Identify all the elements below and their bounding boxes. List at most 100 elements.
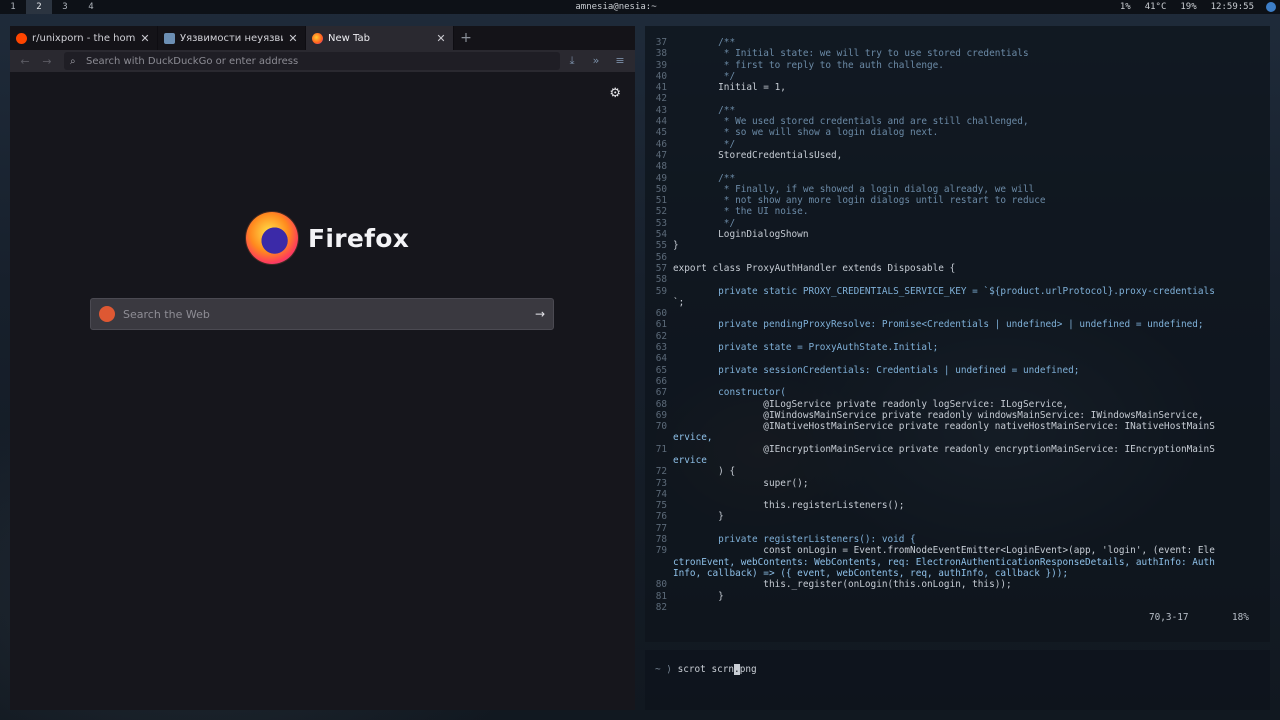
line-number (645, 432, 673, 443)
search-icon: ⌕ (70, 55, 76, 67)
code-line: 55} (645, 240, 1270, 251)
tab-vulnerabilities[interactable]: Уязвимости неуязвимог ✕ (158, 26, 306, 50)
line-number: 43 (655, 104, 667, 116)
line-number: 42 (655, 93, 667, 105)
command-text-rest: png (739, 664, 757, 675)
terminal-pane[interactable]: ~ ⟩ scrot scrn.png (645, 650, 1270, 710)
page-icon (164, 32, 175, 44)
code-text: @ILogService private readonly logService… (673, 398, 1069, 410)
code-line: 72 ) { (645, 466, 1270, 477)
code-line: 54 LoginDialogShown (645, 229, 1270, 240)
line-number: 75 (655, 500, 667, 512)
code-text: StoredCredentialsUsed, (673, 149, 843, 161)
line-number: 51 (655, 195, 667, 207)
close-icon[interactable]: ✕ (287, 32, 299, 45)
code-line: 77 (645, 523, 1270, 534)
code-text: * first to reply to the auth challenge. (673, 59, 944, 71)
code-line: 39 * first to reply to the auth challeng… (645, 60, 1270, 71)
code-line: 40 */ (645, 71, 1270, 82)
code-text: this.registerListeners(); (673, 500, 905, 512)
code-line: Info, callback) => ({ event, webContents… (645, 568, 1270, 579)
code-line: 50 * Finally, if we showed a login dialo… (645, 184, 1270, 195)
line-number: 62 (655, 330, 667, 342)
scroll-percent: 18% (1232, 612, 1249, 623)
code-line: 41 Initial = 1, (645, 82, 1270, 93)
code-line: `; (645, 297, 1270, 308)
line-number: 52 (655, 206, 667, 218)
line-number: 73 (655, 477, 667, 489)
line-number: 37 (655, 37, 667, 48)
firefox-window: r/unixporn - the home for ✕ Уязвимости н… (10, 26, 635, 710)
arrow-right-icon[interactable]: → (535, 307, 545, 321)
menu-icon[interactable]: ≡ (609, 54, 631, 68)
code-text: @INativeHostMainService private readonly… (673, 421, 1215, 433)
line-number: 79 (655, 545, 667, 557)
line-number: 55 (655, 240, 667, 252)
code-line: ctronEvent, webContents: WebContents, re… (645, 557, 1270, 568)
toolbar-right: ⤓ » ≡ (561, 54, 631, 68)
code-line: 45 * so we will show a login dialog next… (645, 127, 1270, 138)
code-text: * so we will show a login dialog next. (673, 127, 939, 139)
line-number: 54 (655, 229, 667, 241)
code-line: 67 constructor( (645, 387, 1270, 398)
new-tab-page: ⚙ Firefox Search the Web → (10, 72, 635, 710)
code-line: 46 */ (645, 139, 1270, 150)
overflow-chevron-icon[interactable]: » (585, 54, 607, 68)
download-icon[interactable]: ⤓ (561, 54, 583, 68)
line-number (645, 297, 673, 308)
code-text: Info, callback) => ({ event, webContents… (673, 567, 1069, 579)
line-number: 48 (655, 161, 667, 173)
code-line: 59 private static PROXY_CREDENTIALS_SERV… (645, 286, 1270, 297)
line-number: 67 (655, 387, 667, 399)
line-number: 44 (655, 116, 667, 128)
tab-title: New Tab (328, 32, 370, 44)
code-text: super(); (673, 477, 809, 489)
line-number: 74 (655, 488, 667, 500)
memory-usage: 19% (1180, 2, 1197, 12)
code-line: 78 private registerListeners(): void { (645, 534, 1270, 545)
code-line: 66 (645, 376, 1270, 387)
line-number: 59 (655, 285, 667, 297)
tab-unixporn[interactable]: r/unixporn - the home for ✕ (10, 26, 158, 50)
forward-arrow-icon[interactable]: → (36, 55, 58, 68)
line-number: 45 (655, 127, 667, 139)
line-number: 71 (655, 443, 667, 455)
address-bar[interactable]: ⌕ Search with DuckDuckGo or enter addres… (64, 52, 560, 70)
code-text: @IWindowsMainService private readonly wi… (673, 409, 1204, 421)
close-icon[interactable]: ✕ (139, 32, 151, 45)
code-text: */ (673, 138, 736, 150)
tray-icon[interactable] (1266, 2, 1276, 12)
code-line: 56 (645, 252, 1270, 263)
shell-prompt: ~ ⟩ (655, 664, 672, 675)
code-text: /** (673, 37, 736, 48)
code-text: private pendingProxyResolve: Promise<Cre… (673, 319, 1204, 331)
code-text: @IEncryptionMainService private readonly… (673, 443, 1215, 455)
web-search-input[interactable]: Search the Web → (90, 298, 554, 330)
code-line: 42 (645, 93, 1270, 104)
new-tab-button[interactable]: + (454, 26, 478, 50)
code-line: 48 (645, 161, 1270, 172)
code-line: 49 /** (645, 173, 1270, 184)
cursor-position: 70,3-17 (1149, 612, 1189, 623)
code-line: 63 private state = ProxyAuthState.Initia… (645, 342, 1270, 353)
line-number (645, 455, 673, 466)
code-text: ervice, (673, 432, 713, 444)
code-line: 62 (645, 331, 1270, 342)
back-arrow-icon[interactable]: ← (14, 55, 36, 68)
line-number: 39 (655, 59, 667, 71)
vim-editor[interactable]: 37 /** 38 * Initial state: we will try to… (645, 26, 1270, 642)
line-number (645, 557, 673, 568)
code-line: 51 * not show any more login dialogs unt… (645, 195, 1270, 206)
tab-new-tab[interactable]: New Tab ✕ (306, 26, 454, 50)
line-number: 70 (655, 421, 667, 433)
gear-icon[interactable]: ⚙ (609, 86, 621, 101)
close-icon[interactable]: ✕ (435, 32, 447, 45)
code-line: 44 * We used stored credentials and are … (645, 116, 1270, 127)
code-text: } (673, 511, 724, 523)
navigation-toolbar: ← → ⌕ Search with DuckDuckGo or enter ad… (10, 50, 635, 72)
cpu-usage: 1% (1119, 2, 1131, 12)
